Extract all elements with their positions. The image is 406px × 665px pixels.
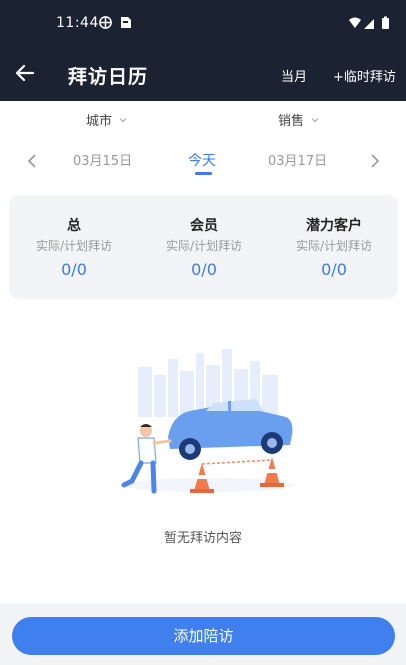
sales-filter[interactable]: 销售 [278, 110, 319, 129]
app-bar: 拜访日历 当月 +临时拜访 [0, 46, 406, 101]
stat-members: 会员 实际/计划拜访 0/0 [139, 195, 269, 299]
chevron-right-icon[interactable] [368, 153, 382, 169]
previous-date[interactable]: 03月15日 [73, 150, 132, 169]
signal-battery-icon [349, 16, 389, 29]
empty-state-text: 暂无拜访内容 [163, 531, 242, 546]
stat-subtitle: 实际/计划拜访 [165, 239, 243, 253]
status-bar: 11:44 [0, 0, 406, 46]
page-title: 拜访日历 [68, 66, 149, 88]
empty-state-illustration [121, 349, 295, 494]
current-month-button[interactable]: 当月 [281, 66, 307, 85]
add-accompany-visit-button[interactable]: 添加陪访 [12, 617, 395, 655]
city-filter-label: 城市 [86, 114, 113, 129]
chevron-down-icon [311, 117, 319, 122]
bottom-bar: 添加陪访 [0, 603, 406, 665]
stat-value: 0/0 [191, 260, 217, 279]
sync-icon [99, 16, 112, 29]
chevron-left-icon[interactable] [25, 153, 39, 169]
back-arrow-icon[interactable] [14, 62, 36, 84]
today-indicator [195, 172, 212, 175]
today-tab[interactable]: 今天 [188, 150, 216, 170]
chevron-down-icon [119, 117, 127, 122]
stat-potential-customers: 潜力客户 实际/计划拜访 0/0 [269, 195, 399, 299]
sales-filter-label: 销售 [278, 114, 305, 129]
date-selector: 03月15日 今天 03月17日 [0, 148, 406, 178]
stat-subtitle: 实际/计划拜访 [295, 239, 373, 253]
stat-title: 潜力客户 [306, 218, 362, 234]
city-filter[interactable]: 城市 [86, 110, 127, 129]
stat-subtitle: 实际/计划拜访 [35, 239, 113, 253]
stat-value: 0/0 [61, 260, 87, 279]
visit-stats-card: 总 实际/计划拜访 0/0 会员 实际/计划拜访 0/0 潜力客户 实际/计划拜… [9, 195, 398, 299]
next-date[interactable]: 03月17日 [268, 150, 327, 169]
header: 11:44 拜访日历 当月 +临时拜访 [0, 0, 406, 101]
sim-card-icon [121, 17, 131, 28]
status-time: 11:44 [56, 15, 99, 31]
stat-title: 会员 [190, 218, 218, 234]
temporary-visit-button[interactable]: +临时拜访 [333, 66, 396, 85]
stat-total: 总 实际/计划拜访 0/0 [9, 195, 139, 299]
stat-title: 总 [67, 218, 81, 234]
filter-bar: 城市 销售 [0, 110, 406, 134]
stat-value: 0/0 [321, 260, 347, 279]
